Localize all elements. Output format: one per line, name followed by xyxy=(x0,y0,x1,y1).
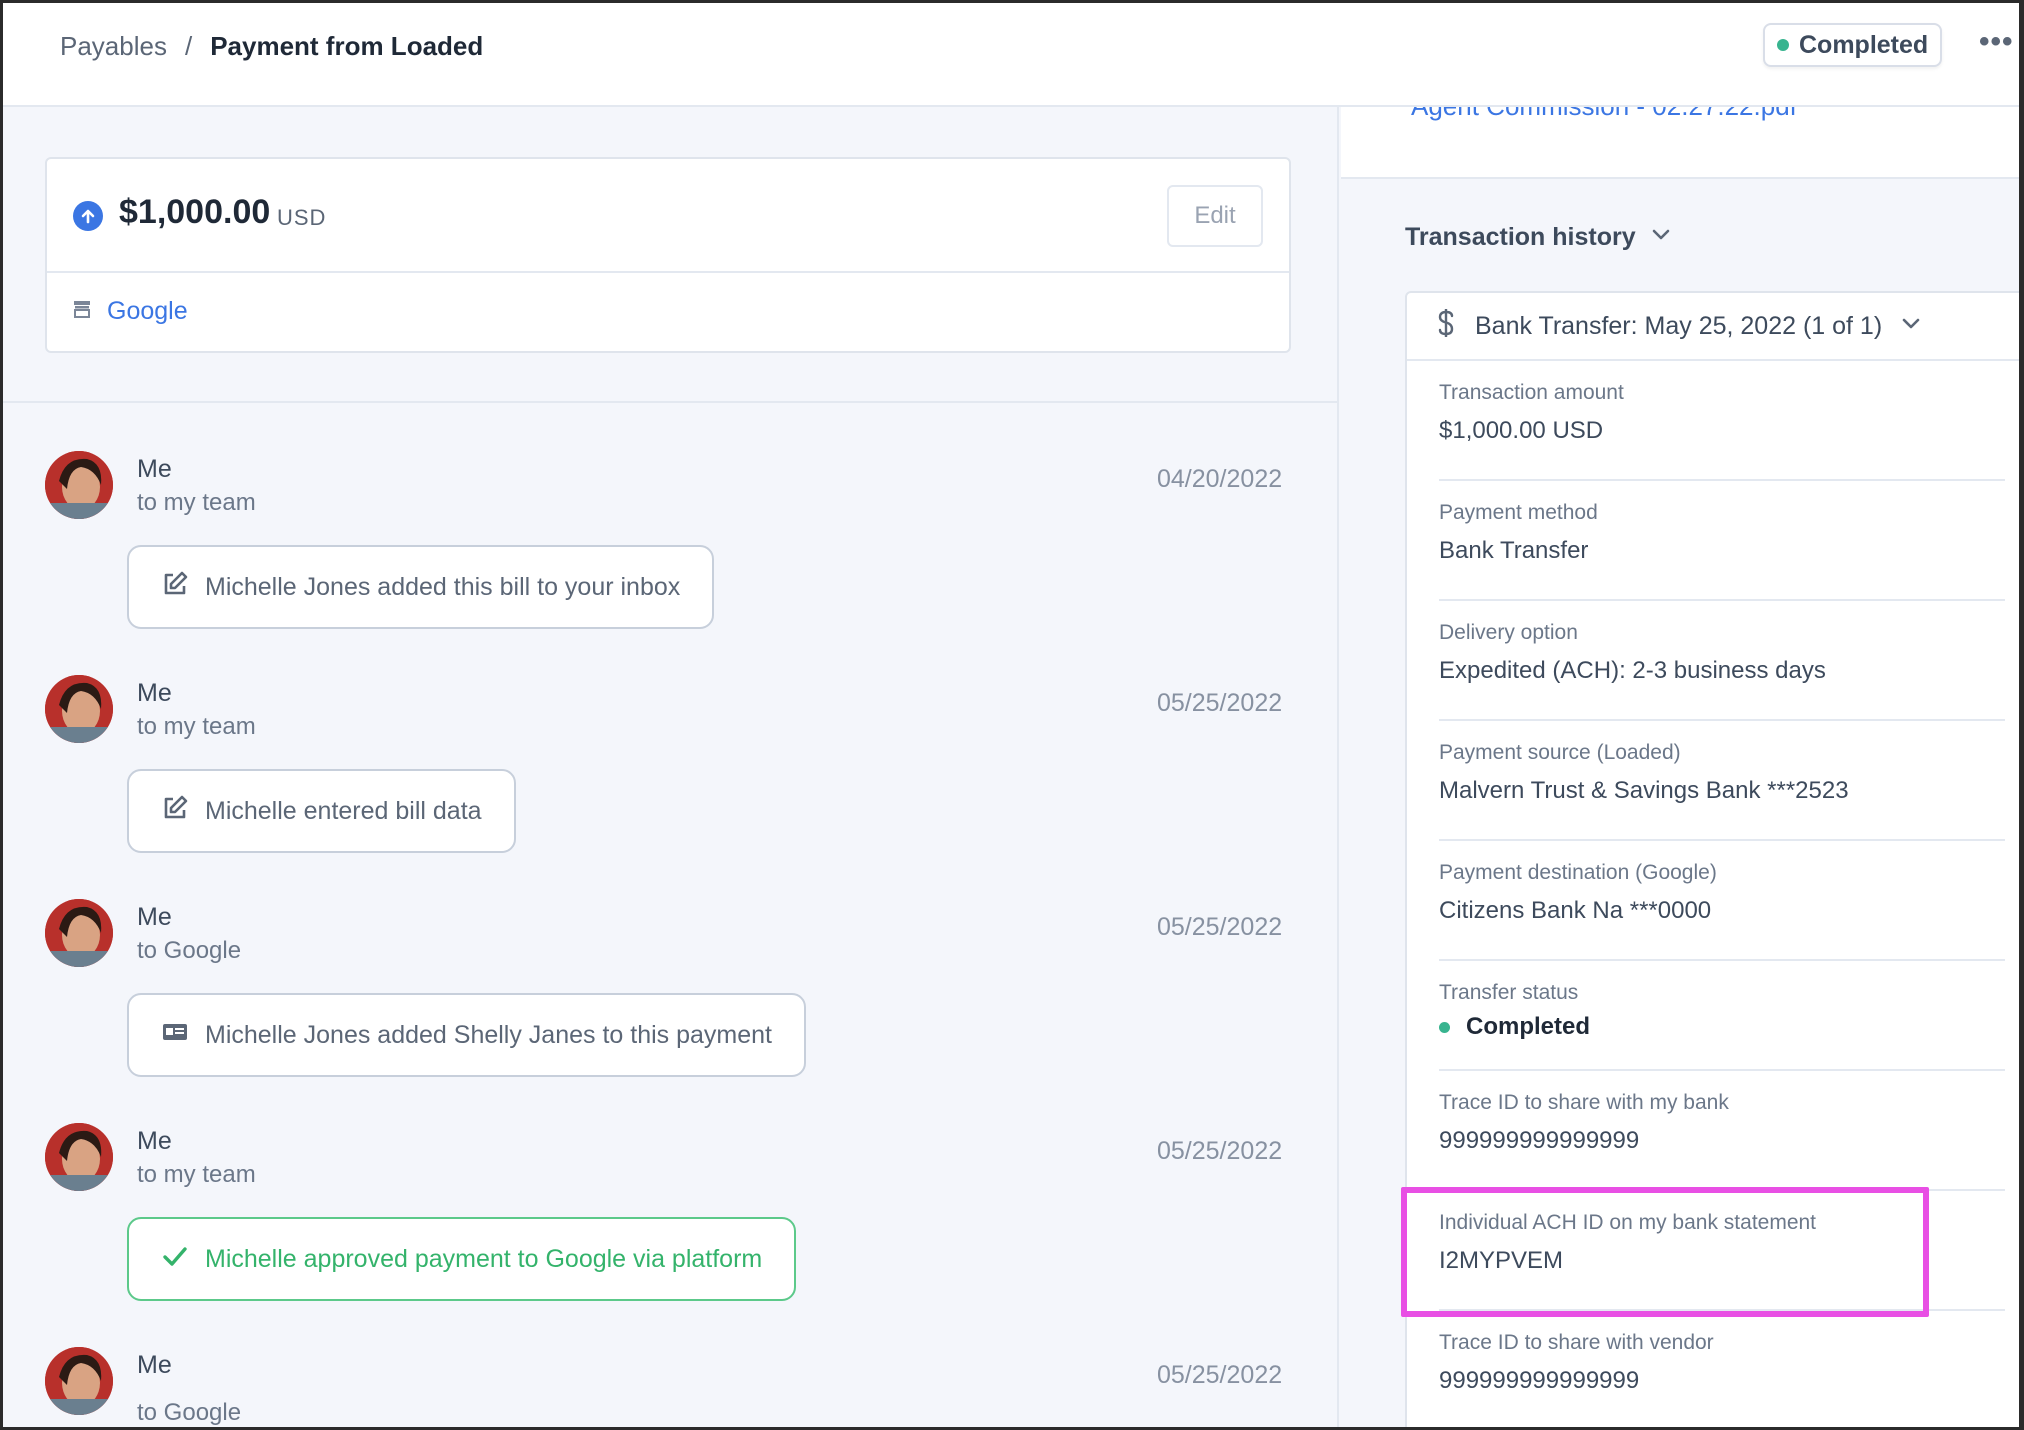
field-value: Bank Transfer xyxy=(1439,537,1589,564)
activity-panel: $1,000.00 USD Edit Google Me to my team … xyxy=(3,107,1339,1427)
field-transfer-status: Transfer status Completed xyxy=(1439,961,2005,1071)
recipient: to Google xyxy=(137,1399,242,1426)
field-label: Payment source (Loaded) xyxy=(1439,741,1681,764)
field-trace-id-bank: Trace ID to share with my bank 999999999… xyxy=(1439,1071,2005,1191)
activity-message-text: Michelle entered bill data xyxy=(205,796,482,825)
field-label: Payment destination (Google) xyxy=(1439,861,1717,884)
more-options-icon[interactable]: ••• xyxy=(1979,25,2014,59)
avatar xyxy=(45,1347,113,1415)
field-value: I2MYPVEM xyxy=(1439,1247,1564,1274)
status-badge: Completed xyxy=(1763,23,1943,67)
amount-currency: USD xyxy=(277,205,327,230)
field-value: Completed xyxy=(1439,1013,1590,1041)
status-badge-label: Completed xyxy=(1799,30,1929,59)
field-value: 999999999999999 xyxy=(1439,1367,1640,1394)
avatar xyxy=(45,899,113,967)
field-label: Delivery option xyxy=(1439,621,1578,644)
activity-message-text: Michelle Jones added Shelly Janes to thi… xyxy=(205,1020,772,1049)
recipient: to Google xyxy=(137,937,242,964)
field-payment-method: Payment method Bank Transfer xyxy=(1439,481,2005,601)
transaction-card-title: Bank Transfer: May 25, 2022 (1 of 1) xyxy=(1475,311,1883,340)
avatar xyxy=(45,1123,113,1191)
activity-message-text: Michelle approved payment to Google via … xyxy=(205,1244,763,1273)
author-name: Me xyxy=(137,1351,172,1379)
avatar xyxy=(45,675,113,743)
id-card-icon xyxy=(161,1018,189,1053)
activity-message-text: Michelle Jones added this bill to your i… xyxy=(205,572,681,601)
activity-message: Michelle Jones added this bill to your i… xyxy=(127,545,715,629)
entry-date: 04/20/2022 xyxy=(1157,465,1283,493)
breadcrumb-payables-link[interactable]: Payables xyxy=(60,31,167,62)
field-label: Trace ID to share with my bank xyxy=(1439,1091,1729,1114)
transfer-status-text: Completed xyxy=(1466,1013,1591,1040)
breadcrumb: Payables / Payment from Loaded xyxy=(60,31,483,62)
transaction-history-title: Transaction history xyxy=(1405,223,1636,251)
chevron-down-icon xyxy=(1650,223,1672,252)
amount-card: $1,000.00 USD Edit Google xyxy=(45,157,1291,353)
check-icon xyxy=(161,1242,189,1277)
dollar-icon xyxy=(1435,307,1457,346)
field-delivery-option: Delivery option Expedited (ACH): 2-3 bus… xyxy=(1439,601,2005,721)
recipient: to my team xyxy=(137,1161,256,1188)
status-dot-icon xyxy=(1777,39,1789,51)
chevron-down-icon xyxy=(1900,312,1922,341)
edit-icon xyxy=(161,794,189,829)
amount-value: $1,000.00 xyxy=(119,193,271,231)
feed-entry: Me to Google 05/25/2022 xyxy=(3,1347,1337,1427)
edit-button[interactable]: Edit xyxy=(1167,185,1263,247)
top-bar: Payables / Payment from Loaded Completed… xyxy=(3,3,2019,107)
store-icon xyxy=(71,298,93,325)
activity-message: Michelle entered bill data xyxy=(127,769,516,853)
avatar xyxy=(45,451,113,519)
edit-icon xyxy=(161,570,189,605)
author-name: Me xyxy=(137,679,172,707)
field-transaction-amount: Transaction amount $1,000.00 USD xyxy=(1439,361,2005,481)
field-value: $1,000.00 USD xyxy=(1439,417,1604,444)
recipient: to my team xyxy=(137,489,256,516)
attachment-link[interactable]: Agent Commission - 02.27.22.pdf xyxy=(1411,107,1797,122)
field-value: Malvern Trust & Savings Bank ***2523 xyxy=(1439,777,1849,804)
author-name: Me xyxy=(137,455,172,483)
app-window: Payables / Payment from Loaded Completed… xyxy=(3,3,2019,1427)
entry-date: 05/25/2022 xyxy=(1157,913,1283,941)
field-value: 999999999999999 xyxy=(1439,1127,1640,1154)
details-panel: Agent Commission - 02.27.22.pdf Transact… xyxy=(1341,107,2019,1427)
field-value: Citizens Bank Na ***0000 xyxy=(1439,897,1712,924)
attachment-area: Agent Commission - 02.27.22.pdf xyxy=(1341,107,2019,179)
amount-row: $1,000.00 USD Edit xyxy=(47,159,1289,273)
field-value: Expedited (ACH): 2-3 business days xyxy=(1439,657,1826,684)
activity-message: Michelle Jones added Shelly Janes to thi… xyxy=(127,993,806,1077)
recipient: to my team xyxy=(137,713,256,740)
field-payment-source: Payment source (Loaded) Malvern Trust & … xyxy=(1439,721,2005,841)
field-payment-destination: Payment destination (Google) Citizens Ba… xyxy=(1439,841,2005,961)
field-trace-id-vendor: Trace ID to share with vendor 9999999999… xyxy=(1439,1311,2005,1427)
transaction-card-header[interactable]: Bank Transfer: May 25, 2022 (1 of 1) xyxy=(1407,293,2019,361)
field-label: Payment method xyxy=(1439,501,1598,524)
field-individual-ach-id: Individual ACH ID on my bank statement I… xyxy=(1439,1191,2005,1311)
vendor-link[interactable]: Google xyxy=(107,297,188,326)
divider xyxy=(3,401,1337,403)
field-label: Transaction amount xyxy=(1439,381,1624,404)
field-label: Trace ID to share with vendor xyxy=(1439,1331,1714,1354)
entry-date: 05/25/2022 xyxy=(1157,689,1283,717)
page-title: Payment from Loaded xyxy=(210,31,484,61)
status-dot-icon xyxy=(1439,1021,1450,1033)
author-name: Me xyxy=(137,1127,172,1155)
transaction-card: Bank Transfer: May 25, 2022 (1 of 1) Tra… xyxy=(1405,291,2019,1427)
entry-date: 05/25/2022 xyxy=(1157,1361,1283,1389)
field-label: Individual ACH ID on my bank statement xyxy=(1439,1211,1817,1234)
entry-date: 05/25/2022 xyxy=(1157,1137,1283,1165)
author-name: Me xyxy=(137,903,172,931)
activity-message-success: Michelle approved payment to Google via … xyxy=(127,1217,797,1301)
transaction-history-toggle[interactable]: Transaction history xyxy=(1405,223,1672,252)
arrow-up-circle-icon xyxy=(73,201,103,231)
vendor-row: Google xyxy=(71,297,188,326)
field-label: Transfer status xyxy=(1439,981,1579,1004)
breadcrumb-separator: / xyxy=(184,31,193,61)
